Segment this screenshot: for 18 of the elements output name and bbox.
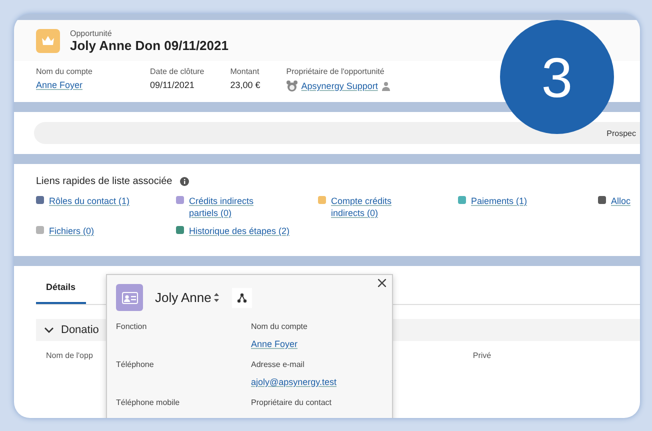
field-label: Téléphone bbox=[116, 360, 155, 369]
field-label: Propriétaire de l'opportunité bbox=[286, 67, 386, 76]
field-label: Nom de l'opp bbox=[46, 351, 93, 360]
field-value: 09/11/2021 bbox=[150, 80, 194, 90]
field-label: Téléphone mobile bbox=[116, 398, 181, 407]
field-label: Fonction bbox=[116, 322, 148, 331]
field-label: Montant bbox=[230, 67, 260, 76]
field-label: Adresse e-mail bbox=[251, 360, 306, 369]
contact-name: Joly Anne bbox=[155, 290, 212, 305]
field-label: Nom du compte bbox=[36, 67, 94, 76]
object-type-label: Opportunité bbox=[70, 29, 113, 38]
field-label: Privé bbox=[472, 351, 492, 360]
field-label: Nom du compte bbox=[251, 322, 308, 331]
field-label: Date de clôture bbox=[150, 67, 204, 76]
section-title: Liens rapides de liste associée bbox=[36, 176, 172, 187]
record-title: Joly Anne Don 09/11/2021 bbox=[70, 38, 228, 53]
field-value: 23,00 € bbox=[230, 80, 260, 90]
field-label: Propriétaire du contact bbox=[251, 398, 332, 407]
